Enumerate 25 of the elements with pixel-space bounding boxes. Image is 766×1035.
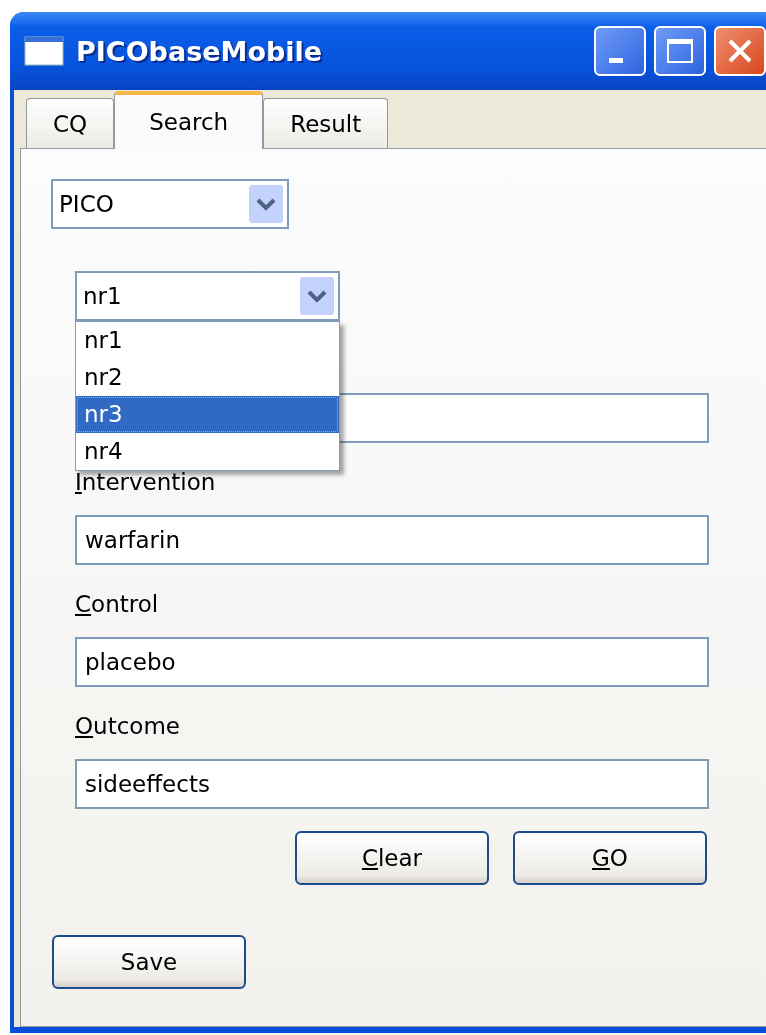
- dropdown-option[interactable]: nr3: [76, 396, 339, 433]
- action-button[interactable]: GO: [513, 831, 707, 885]
- tab[interactable]: CQ: [26, 98, 115, 148]
- save-button[interactable]: Save: [52, 935, 246, 989]
- dropdown-option[interactable]: nr4: [76, 433, 339, 470]
- close-button[interactable]: [714, 26, 766, 76]
- field-label: Intervention: [75, 468, 216, 495]
- tab[interactable]: Search: [114, 91, 264, 149]
- dropdown-option[interactable]: nr1: [76, 322, 339, 359]
- mode-dropdown[interactable]: PICO: [51, 179, 289, 229]
- maximize-icon: [665, 36, 695, 66]
- text-field[interactable]: placebo: [75, 637, 709, 687]
- window-icon: [24, 36, 64, 66]
- field-label: Outcome: [75, 712, 180, 739]
- minimize-icon: [609, 57, 623, 63]
- dropdown-option[interactable]: nr2: [76, 359, 339, 396]
- field-label: Control: [75, 590, 159, 617]
- text-field[interactable]: warfarin: [75, 515, 709, 565]
- action-button[interactable]: Clear: [295, 831, 489, 885]
- maximize-button[interactable]: [654, 26, 706, 76]
- text-field[interactable]: sideeffects: [75, 759, 709, 809]
- number-dropdown[interactable]: nr1: [75, 271, 340, 321]
- minimize-button[interactable]: [594, 26, 646, 76]
- tab[interactable]: Result: [263, 98, 389, 148]
- window-title: PICObaseMobile: [76, 35, 324, 67]
